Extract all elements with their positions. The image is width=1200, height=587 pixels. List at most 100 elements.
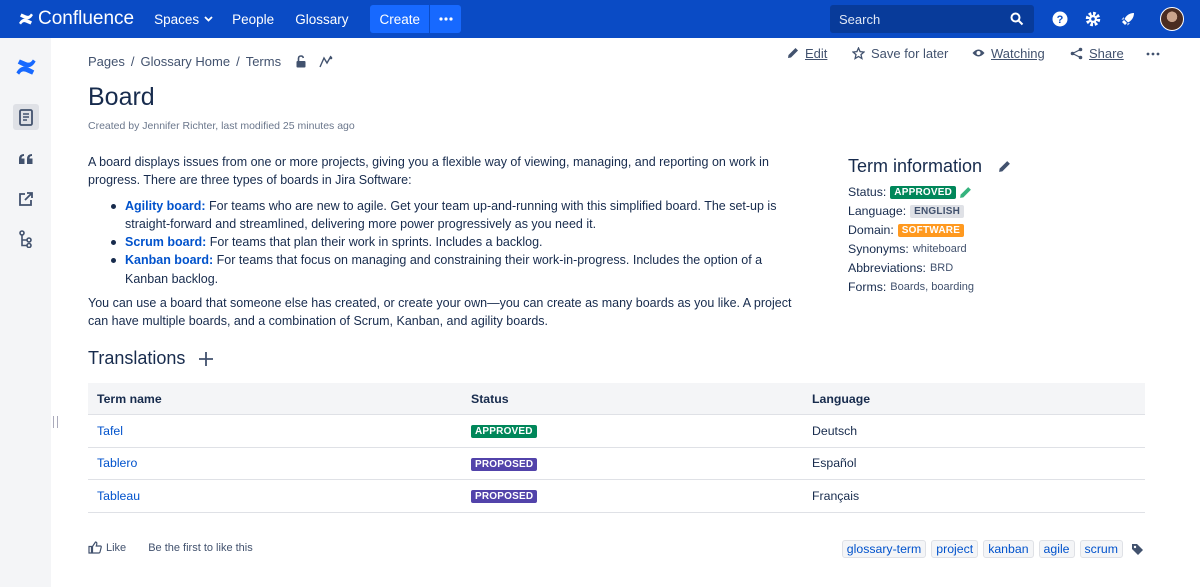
like-section: Like Be the first to like this [88,541,253,554]
people-link[interactable]: People [232,12,274,27]
blog-quote-icon[interactable] [13,146,39,172]
translations-heading: Translations [88,348,214,369]
label-tag[interactable]: glossary-term [841,540,927,558]
pencil-icon [788,48,798,58]
edit-status-pencil-icon[interactable] [959,186,972,199]
share-button[interactable]: Share [1070,46,1124,61]
space-logo-icon[interactable] [13,54,39,80]
status-label: Status: [848,185,887,199]
column-header-language[interactable]: Language [803,392,1145,406]
settings-gear-icon[interactable] [1084,10,1102,28]
watching-label: Watching [991,45,1045,61]
label-tag[interactable]: project [931,540,979,558]
search-icon [1010,12,1024,26]
more-actions-button[interactable] [1146,52,1166,56]
thumbs-up-icon[interactable] [88,541,102,554]
translations-title: Translations [88,348,186,368]
language-cell: Deutsch [812,423,858,438]
page-body: A board displays issues from one or more… [88,153,808,331]
term-info-title: Term information [848,156,983,176]
edit-button[interactable]: Edit [787,46,827,61]
status-badge: PROPOSED [471,490,538,504]
watching-button[interactable]: Watching [972,46,1045,61]
scrum-board-link[interactable]: Scrum board: [125,235,206,249]
analytics-icon[interactable] [319,55,333,68]
save-for-later-label: Save for later [871,45,949,61]
language-row: Language: ENGLISH [848,203,1148,219]
intro-paragraph: A board displays issues from one or more… [88,155,769,188]
svg-text:?: ? [1057,14,1064,26]
external-link-icon[interactable] [13,186,39,212]
translations-table: Term name Status Language Tafel APPROVED… [88,383,1145,513]
create-more-button[interactable] [430,5,461,33]
breadcrumb-separator: / [236,54,240,69]
breadcrumb-pages[interactable]: Pages [88,54,125,69]
list-item: Agility board: For teams who are new to … [111,197,808,234]
domain-row: Domain: SOFTWARE [848,222,1148,238]
top-navigation: Confluence Spaces People Glossary Create… [0,0,1200,38]
add-translation-plus-icon[interactable] [199,351,214,366]
breadcrumb-glossary-home[interactable]: Glossary Home [141,54,231,69]
language-label: Language: [848,204,907,218]
edit-labels-tag-icon[interactable] [1131,543,1144,556]
save-for-later-button[interactable]: Save for later [852,46,948,61]
create-button[interactable]: Create [370,5,429,33]
term-link[interactable]: Tafel [97,424,123,438]
more-icon [1146,52,1160,56]
edit-label: Edit [805,45,828,61]
help-icon[interactable]: ? [1051,10,1069,28]
status-badge: APPROVED [890,185,957,199]
space-sidebar [0,38,51,587]
breadcrumb-separator: / [130,54,135,69]
edit-pencil-icon[interactable] [998,160,1011,173]
list-item-text: For teams that focus on managing and con… [125,253,763,286]
search-placeholder: Search [839,11,881,27]
status-badge: APPROVED [471,425,537,439]
glossary-link[interactable]: Glossary [295,12,348,27]
status-row: Status: APPROVED [848,184,1148,200]
notifications-rocket-icon[interactable] [1119,10,1137,28]
share-label: Share [1089,45,1124,61]
label-tag[interactable]: agile [1038,540,1075,558]
search-input[interactable]: Search [830,5,1034,33]
page-labels: glossary-term project kanban agile scrum [837,540,1144,558]
status-badge: PROPOSED [471,457,538,471]
language-cell: Français [812,488,860,503]
term-link[interactable]: Tablero [97,456,137,470]
abbreviations-row: Abbreviations: BRD [848,260,1148,276]
column-header-status[interactable]: Status [462,392,803,406]
synonyms-value: whiteboard [912,243,967,255]
synonyms-label: Synonyms: [848,242,909,256]
language-badge: ENGLISH [910,204,964,218]
kanban-board-link[interactable]: Kanban board: [125,253,213,267]
confluence-logo[interactable]: Confluence [18,8,134,30]
spaces-label: Spaces [154,11,200,27]
outro-paragraph: You can use a board that someone else ha… [88,296,792,329]
sidebar-resize-handle[interactable] [53,416,58,428]
user-avatar[interactable] [1160,7,1184,31]
column-header-term-name[interactable]: Term name [88,392,462,406]
chevron-down-icon [204,16,213,22]
board-types-list: Agility board: For teams who are new to … [111,197,808,288]
list-item: Scrum board: For teams that plan their w… [111,233,808,251]
table-header-row: Term name Status Language [88,383,1145,415]
forms-value: Boards, boarding [890,281,975,293]
table-row: Tafel APPROVED Deutsch [88,415,1145,448]
abbreviations-value: BRD [929,262,954,274]
domain-label: Domain: [848,223,894,237]
term-link[interactable]: Tableau [97,489,140,503]
label-tag[interactable]: scrum [1079,540,1123,558]
like-button[interactable]: Like [106,542,126,554]
list-item-text: For teams that plan their work in sprint… [206,235,543,250]
domain-badge: SOFTWARE [897,223,965,237]
pages-icon[interactable] [13,104,39,130]
unlock-icon[interactable] [295,55,307,68]
page-title: Board [88,83,155,111]
table-row: Tableau PROPOSED Français [88,480,1145,513]
star-icon [852,46,865,60]
label-tag[interactable]: kanban [983,540,1034,558]
spaces-menu[interactable]: Spaces [154,12,213,27]
page-tree-icon[interactable] [13,226,39,252]
breadcrumb-terms[interactable]: Terms [246,54,281,69]
agility-board-link[interactable]: Agility board: [125,199,206,213]
